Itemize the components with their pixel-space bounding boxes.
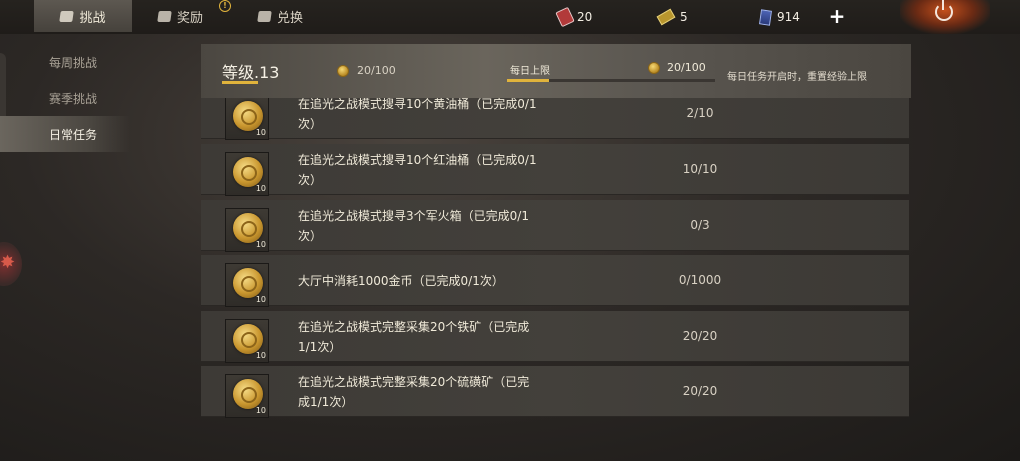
- medal-icon: [233, 157, 263, 187]
- task-progress: 20/20: [682, 384, 718, 398]
- card-resource: 20: [555, 0, 593, 34]
- sidebar-item-season[interactable]: 赛季挑战: [0, 80, 130, 116]
- power-icon: [935, 0, 953, 21]
- task-progress: 10/10: [682, 162, 718, 176]
- card-icon: [555, 6, 575, 28]
- challenge-icon: [59, 10, 75, 22]
- medal-icon: [233, 213, 263, 243]
- reward-badge: 10: [225, 208, 269, 252]
- level-header: 等级.13 20/100 每日上限 20/100 每日任务开启时，重置经验上限: [201, 44, 911, 98]
- ticket-icon: [656, 8, 676, 26]
- power-button[interactable]: [900, 0, 990, 34]
- reward-icon: [157, 10, 172, 22]
- daily-limit-label: 每日上限: [510, 66, 550, 77]
- gem-icon: [759, 8, 772, 26]
- task-description: 在追光之战模式搜寻10个黄油桶（已完成0/1次）: [298, 98, 537, 131]
- emblem-icon[interactable]: [0, 242, 22, 286]
- ticket-resource: 5: [656, 0, 688, 34]
- ticket-count: 5: [680, 10, 688, 24]
- task-description: 在追光之战模式搜寻10个红油桶（已完成0/1次）: [298, 152, 537, 187]
- task-description: 在追光之战模式搜寻3个军火箱（已完成0/1次）: [298, 208, 529, 243]
- task-progress: 0/1000: [678, 273, 722, 287]
- reward-count: 10: [255, 406, 266, 415]
- reward-badge: 10: [225, 152, 269, 196]
- task-row: 10 在追光之战模式搜寻3个军火箱（已完成0/1次） 0/3: [201, 200, 909, 252]
- exp-progress: 20/100: [337, 64, 396, 77]
- tab-exchange[interactable]: 兑换: [257, 0, 304, 32]
- medal-icon: [233, 379, 263, 409]
- daily-coin-icon: [648, 61, 660, 74]
- task-row: 10 在追光之战模式搜寻10个黄油桶（已完成0/1次） 2/10: [201, 98, 909, 140]
- medal-icon: [233, 268, 263, 298]
- daily-limit-bar: [507, 79, 715, 82]
- reset-note: 每日任务开启时，重置经验上限: [727, 72, 867, 83]
- tab-challenge-label: 挑战: [79, 10, 106, 26]
- exchange-icon: [257, 10, 272, 22]
- exp-progress-value: 20/100: [357, 64, 396, 77]
- reward-count: 10: [255, 128, 266, 137]
- task-description: 大厅中消耗1000金币（已完成0/1次）: [298, 273, 504, 288]
- task-list[interactable]: 10 在追光之战模式搜寻10个黄油桶（已完成0/1次） 2/10 10 在追光之…: [201, 98, 911, 420]
- reward-badge: 10: [225, 319, 269, 363]
- reward-badge: 10: [225, 263, 269, 307]
- reward-count: 10: [255, 295, 266, 304]
- tab-challenge[interactable]: 挑战: [34, 0, 132, 32]
- card-count: 20: [577, 10, 593, 24]
- task-description: 在追光之战模式完整采集20个铁矿（已完成1/1次）: [298, 319, 530, 354]
- medal-icon: [233, 324, 263, 354]
- reward-count: 10: [255, 351, 266, 360]
- sidebar: 每周挑战 赛季挑战 日常任务: [0, 44, 130, 152]
- reward-alert-icon: !: [219, 0, 231, 12]
- reward-badge: 10: [225, 98, 269, 140]
- sidebar-item-daily[interactable]: 日常任务: [0, 116, 130, 152]
- reward-count: 10: [255, 240, 266, 249]
- task-row: 10 在追光之战模式完整采集20个铁矿（已完成1/1次） 20/20: [201, 311, 909, 363]
- level-label: 等级.13: [222, 63, 280, 82]
- task-progress: 20/20: [682, 329, 718, 343]
- tab-exchange-label: 兑换: [277, 10, 304, 26]
- exp-coin-icon: [337, 64, 349, 77]
- task-row: 10 大厅中消耗1000金币（已完成0/1次） 0/1000: [201, 255, 909, 307]
- task-row: 10 在追光之战模式搜寻10个红油桶（已完成0/1次） 10/10: [201, 144, 909, 196]
- reward-count: 10: [255, 184, 266, 193]
- daily-limit-fill: [507, 79, 549, 82]
- level-underline: [222, 81, 258, 84]
- sidebar-item-weekly[interactable]: 每周挑战: [0, 44, 130, 80]
- tab-reward-label: 奖励: [177, 10, 204, 26]
- task-description: 在追光之战模式完整采集20个硫磺矿（已完成1/1次）: [298, 374, 530, 409]
- tab-reward[interactable]: 奖励: [157, 0, 204, 32]
- reward-badge: 10: [225, 374, 269, 418]
- daily-limit-value: 20/100: [667, 61, 706, 74]
- gem-count: 914: [777, 10, 800, 24]
- gem-resource: 914: [759, 0, 800, 34]
- add-currency-button[interactable]: +: [828, 6, 846, 26]
- top-bar: 挑战 奖励 ! 兑换 20 5 914 +: [0, 0, 1020, 34]
- task-row: 10 在追光之战模式完整采集20个硫磺矿（已完成1/1次） 20/20: [201, 366, 909, 418]
- medal-icon: [233, 101, 263, 131]
- task-progress: 2/10: [686, 106, 714, 120]
- task-progress: 0/3: [690, 218, 710, 232]
- daily-limit-progress: 20/100: [648, 61, 706, 74]
